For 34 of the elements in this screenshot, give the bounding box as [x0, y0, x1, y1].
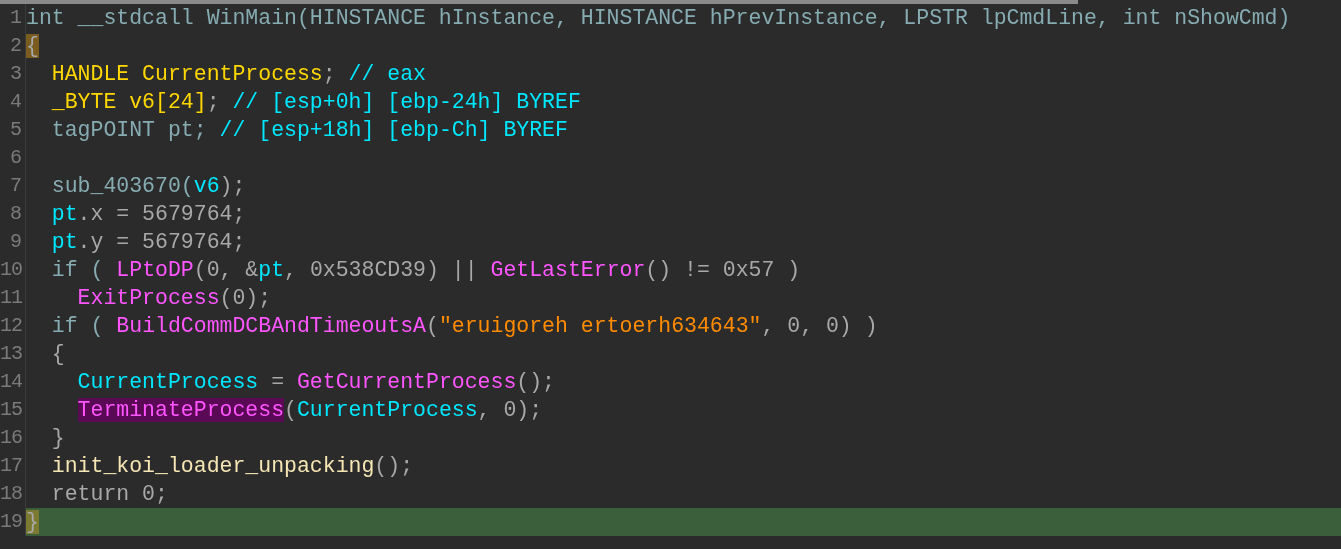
code-line: sub_403670(v6); [50, 174, 246, 198]
code-line: _BYTE v6[24]; // [esp+0h] [ebp-24h] BYREF [50, 90, 581, 114]
code-line: return 0; [50, 482, 168, 506]
line-number: 16 [0, 424, 26, 452]
line-number: 4 [0, 88, 26, 116]
code-line: int __stdcall WinMain(HINSTANCE hInstance, HINSTANCE hPrevInstance, LPSTR lpCmdLine, int nShowCmd) [26, 6, 1291, 30]
line-number: 11 [0, 284, 26, 312]
line-number: 10 [0, 256, 26, 284]
line-number: 13 [0, 340, 26, 368]
line-number: 12 [0, 312, 26, 340]
code-line: pt.x = 5679764; [50, 202, 246, 226]
code-line: CurrentProcess = GetCurrentProcess(); [76, 370, 556, 394]
scrollbar[interactable] [0, 0, 1078, 4]
line-number: 7 [0, 172, 26, 200]
line-number: 6 [0, 144, 26, 172]
line-number: 14 [0, 368, 26, 396]
line-number: 3 [0, 60, 26, 88]
code-line: tagPOINT pt; // [esp+18h] [ebp-Ch] BYREF [50, 118, 568, 142]
line-number: 17 [0, 452, 26, 480]
code-line: { [50, 342, 65, 366]
code-line: if ( LPtoDP(0, &pt, 0x538CD39) || GetLastError() != 0x57 ) [50, 258, 801, 282]
line-number: 15 [0, 396, 26, 424]
line-number: 18 [0, 480, 26, 508]
code-line: pt.y = 5679764; [50, 230, 246, 254]
code-line: if ( BuildCommDCBAndTimeoutsA("eruigoreh ertoerh634643", 0, 0) ) [50, 314, 878, 338]
line-number: 9 [0, 228, 26, 256]
code-line: TerminateProcess(CurrentProcess, 0); [76, 398, 543, 422]
line-number: 5 [0, 116, 26, 144]
code-line: } [50, 426, 65, 450]
code-line: ExitProcess(0); [76, 286, 272, 310]
code-line: init_koi_loader_unpacking(); [50, 454, 414, 478]
line-number: 8 [0, 200, 26, 228]
line-number: 1 [0, 4, 26, 32]
code-line: HANDLE CurrentProcess; // eax [50, 62, 426, 86]
